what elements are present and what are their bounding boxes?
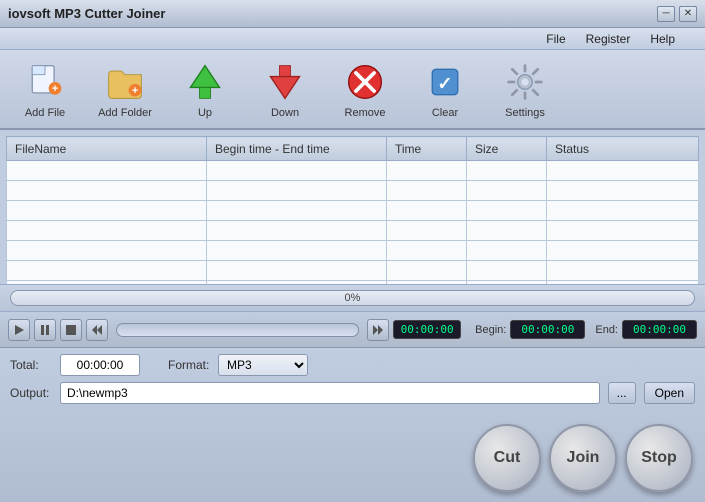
app-title: iovsoft MP3 Cutter Joiner [8,6,165,21]
file-table: FileName Begin time - End time Time Size… [6,136,699,284]
settings-label: Settings [505,107,545,119]
seek-bar[interactable] [116,323,359,337]
clear-button[interactable]: ✓ Clear [410,56,480,123]
settings-button[interactable]: Settings [490,56,560,123]
play-button[interactable] [8,319,30,341]
menu-bar: File Register Help [0,28,705,50]
settings-icon [503,60,547,104]
progress-area: 0% [0,284,705,312]
remove-icon [343,60,387,104]
rewind-button[interactable] [86,319,108,341]
join-button[interactable]: Join [549,424,617,492]
col-time: Time [387,137,467,161]
begin-end-area: Begin: 00:00:00 End: 00:00:00 [469,320,697,339]
menu-register[interactable]: Register [576,30,641,48]
stop-player-button[interactable] [60,319,82,341]
col-status: Status [547,137,699,161]
end-time[interactable]: 00:00:00 [622,320,697,339]
minimize-button[interactable]: ─ [657,6,675,22]
table-row [7,241,699,261]
up-button[interactable]: Up [170,56,240,123]
down-button[interactable]: Down [250,56,320,123]
stop-button[interactable]: Stop [625,424,693,492]
clear-icon: ✓ [423,60,467,104]
toolbar: + Add File + Add Folder [0,50,705,130]
pause-button[interactable] [34,319,56,341]
progress-label: 0% [345,292,361,304]
up-icon [183,60,227,104]
time-display: 00:00:00 [393,320,461,339]
add-folder-icon: + [103,60,147,104]
down-label: Down [271,107,299,119]
down-icon [263,60,307,104]
table-row [7,201,699,221]
total-format-row: Total: Format: MP3 WAV OGG WMA [10,354,695,376]
begin-time[interactable]: 00:00:00 [510,320,585,339]
browse-button[interactable]: ... [608,382,636,404]
svg-text:+: + [52,83,58,95]
menu-help[interactable]: Help [640,30,685,48]
table-row [7,161,699,181]
col-filename: FileName [7,137,207,161]
end-label: End: [595,324,618,336]
total-label: Total: [10,358,52,372]
table-row [7,181,699,201]
menu-file[interactable]: File [536,30,575,48]
title-bar: iovsoft MP3 Cutter Joiner ─ ✕ [0,0,705,28]
format-label: Format: [168,358,210,372]
player-controls: 00:00:00 Begin: 00:00:00 End: 00:00:00 [0,312,705,348]
cut-button[interactable]: Cut [473,424,541,492]
table-row [7,261,699,281]
format-select[interactable]: MP3 WAV OGG WMA [218,354,308,376]
progress-bar: 0% [10,290,695,306]
open-button[interactable]: Open [644,382,695,404]
window-controls: ─ ✕ [657,6,697,22]
clear-label: Clear [432,107,458,119]
table-row [7,221,699,241]
fast-forward-button[interactable] [367,319,389,341]
close-button[interactable]: ✕ [679,6,697,22]
svg-text:✓: ✓ [437,73,452,93]
svg-text:+: + [132,84,138,96]
output-label: Output: [10,386,52,400]
add-file-label: Add File [25,107,65,119]
add-file-button[interactable]: + Add File [10,56,80,123]
up-label: Up [198,107,212,119]
col-begin-end: Begin time - End time [207,137,387,161]
col-size: Size [467,137,547,161]
add-folder-label: Add Folder [98,107,152,119]
add-folder-button[interactable]: + Add Folder [90,56,160,123]
output-path-input[interactable] [60,382,600,404]
action-buttons: Cut Join Stop [473,424,693,492]
add-file-icon: + [23,60,67,104]
remove-label: Remove [345,107,386,119]
file-list-area: FileName Begin time - End time Time Size… [0,130,705,284]
total-input[interactable] [60,354,140,376]
output-row: Output: ... Open [10,382,695,404]
begin-label: Begin: [475,324,506,336]
remove-button[interactable]: Remove [330,56,400,123]
